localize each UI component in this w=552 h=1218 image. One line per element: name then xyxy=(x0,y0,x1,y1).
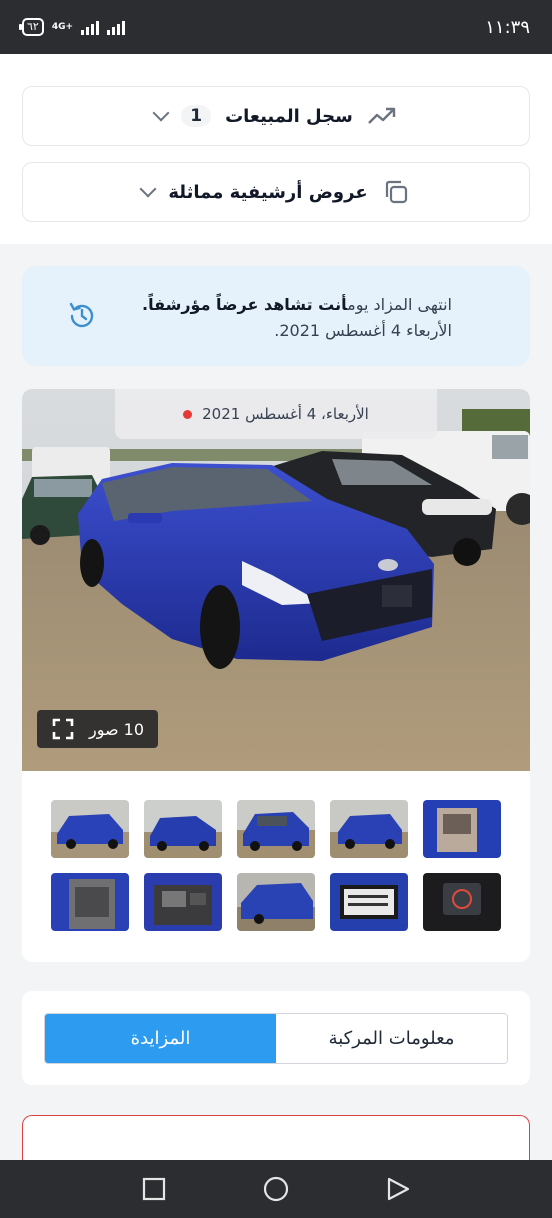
thumbnail-front-low[interactable] xyxy=(237,800,315,858)
history-icon xyxy=(69,302,94,328)
thumbnail-rear-damage[interactable] xyxy=(237,873,315,931)
fullscreen-icon xyxy=(52,718,74,740)
copy-icon xyxy=(385,180,407,204)
notice-prefix: انتهى المزاد يوم xyxy=(347,295,452,314)
chevron-down-icon xyxy=(152,104,170,122)
home-button[interactable] xyxy=(261,1174,291,1204)
auction-date-tag: الأربعاء، 4 أغسطس 2021 xyxy=(115,389,437,439)
signal-icon-2 xyxy=(107,19,126,35)
back-button[interactable] xyxy=(383,1174,413,1204)
sales-history-count: 1 xyxy=(181,105,212,127)
thumbnail-vin-label[interactable] xyxy=(330,873,408,931)
thumbnail-interior-front[interactable] xyxy=(423,800,501,858)
clock: ١١:٣٩ xyxy=(485,16,530,38)
thumbnail-front-angle[interactable] xyxy=(51,800,129,858)
tab-vehicle-info[interactable]: معلومات المركبة xyxy=(276,1014,507,1063)
archived-notice: انتهى المزاد يومأنت تشاهد عرضاً مؤرشفاً.… xyxy=(22,266,530,366)
network-type: 4G+ xyxy=(51,21,74,32)
thumbnail-engine-bay[interactable] xyxy=(144,873,222,931)
photo-count-label: 10 صور xyxy=(89,719,145,739)
notice-date: الأربعاء 4 أغسطس 2021. xyxy=(274,321,452,340)
auction-date-label: الأربعاء، 4 أغسطس 2021 xyxy=(202,405,369,423)
notice-bold: أنت تشاهد عرضاً مؤرشفاً. xyxy=(141,295,348,314)
history-panel: سجل المبيعات 1 عروض أرشيفية مماثلة xyxy=(0,54,552,244)
signal-icon xyxy=(81,19,100,35)
thumbnail-rear-three-quarter[interactable] xyxy=(330,800,408,858)
recent-apps-button[interactable] xyxy=(139,1174,169,1204)
live-dot-icon xyxy=(183,409,193,419)
thumbnail-rear-seats[interactable] xyxy=(51,873,129,931)
thumbnail-grid xyxy=(51,800,501,932)
thumbnail-dashboard[interactable] xyxy=(423,873,501,931)
sales-history-title: سجل المبيعات xyxy=(225,105,353,127)
details-tabs: المزايدة معلومات المركبة xyxy=(44,1013,508,1064)
sales-history-accordion[interactable]: سجل المبيعات 1 xyxy=(22,86,530,146)
system-navigation-bar xyxy=(0,1160,552,1218)
battery-level: ٦٢ xyxy=(27,20,39,33)
square-icon xyxy=(142,1177,166,1201)
thumbnail-front-three-quarter[interactable] xyxy=(144,800,222,858)
circle-icon xyxy=(263,1176,289,1202)
photo-count-button[interactable]: 10 صور xyxy=(37,710,159,748)
battery-icon: ٦٢ xyxy=(19,18,44,36)
chevron-down-icon xyxy=(139,180,157,198)
trending-up-icon xyxy=(367,107,395,124)
media-card: الأربعاء، 4 أغسطس 2021 10 صور xyxy=(22,389,530,962)
similar-archive-title: عروض أرشيفية مماثلة xyxy=(168,181,368,203)
status-bar: ٦٢ 4G+ ١١:٣٩ xyxy=(0,0,552,54)
similar-archive-accordion[interactable]: عروض أرشيفية مماثلة xyxy=(22,162,530,222)
main-photo[interactable]: الأربعاء، 4 أغسطس 2021 10 صور xyxy=(22,389,530,771)
tab-auction[interactable]: المزايدة xyxy=(45,1014,276,1063)
triangle-back-icon xyxy=(387,1177,410,1201)
details-tabs-card: المزايدة معلومات المركبة xyxy=(22,991,530,1085)
